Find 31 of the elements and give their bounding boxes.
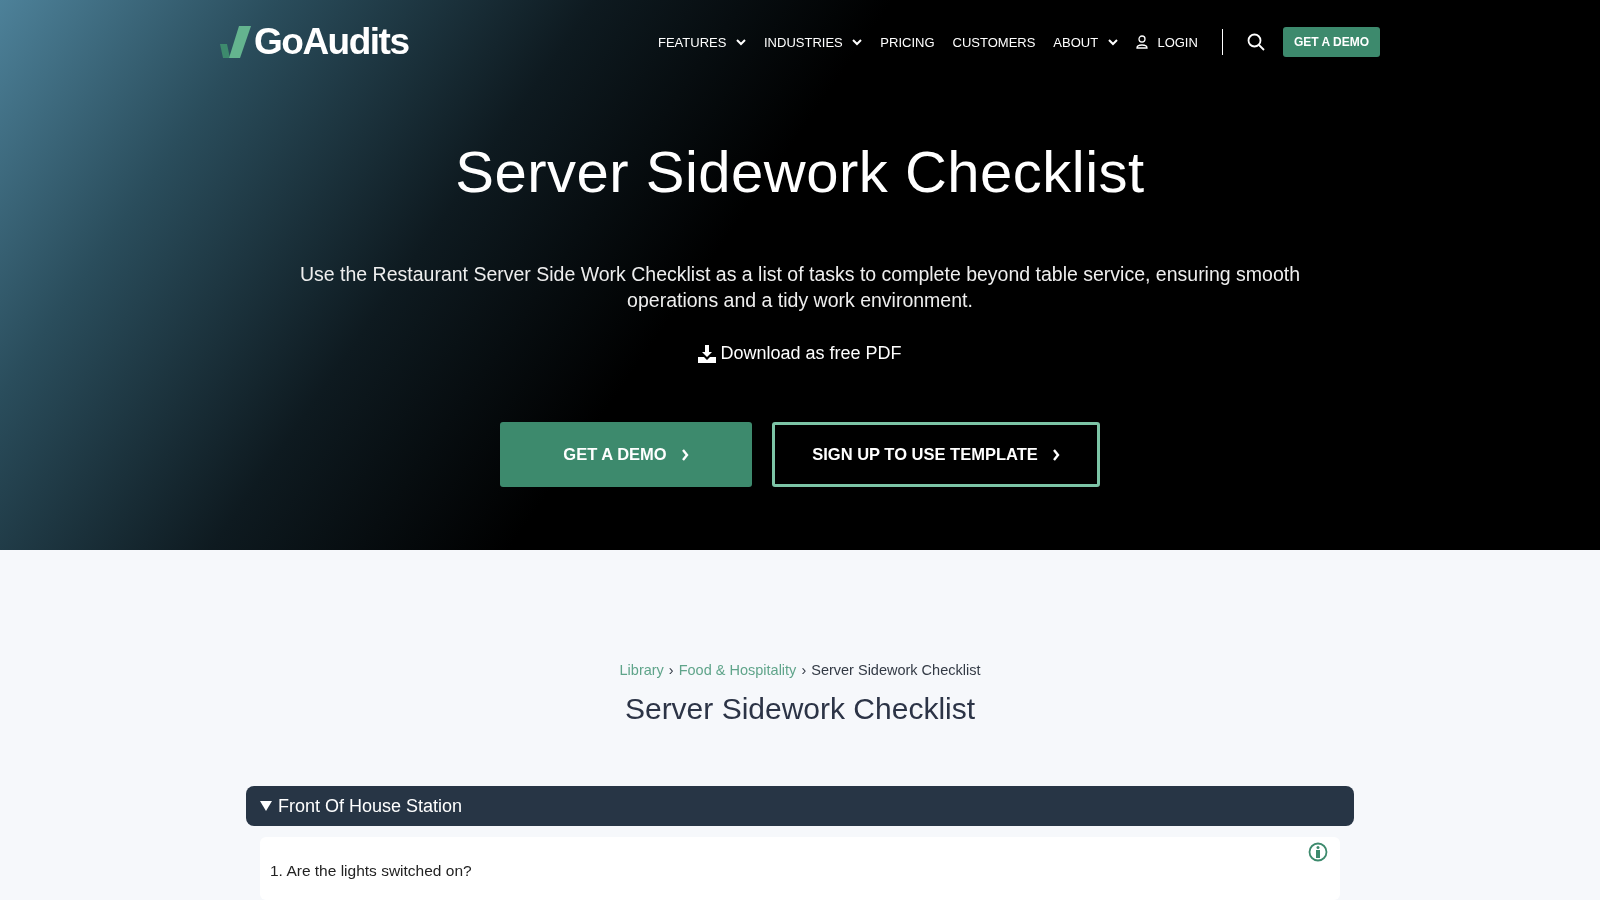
question-text: 1. Are the lights switched on? [270, 862, 473, 881]
logo-text: GoAudits [254, 21, 409, 63]
signup-button[interactable]: SIGN UP TO USE TEMPLATE [772, 422, 1100, 487]
search-icon[interactable] [1246, 33, 1265, 51]
download-link[interactable]: Download as free PDF [698, 343, 902, 364]
get-demo-button[interactable]: GET A DEMO [1282, 27, 1380, 57]
chevron-down-icon [736, 38, 746, 46]
nav-link[interactable]: FEATURES [658, 34, 746, 50]
nav-link[interactable]: INDUSTRIES [764, 34, 863, 50]
chevron-down-icon [1107, 38, 1118, 46]
nav-link[interactable]: CUSTOMERS [952, 34, 1036, 50]
nav-link[interactable]: ABOUT [1053, 34, 1118, 50]
hero-title: Server Sidework Checklist [455, 138, 1145, 205]
download-icon [698, 344, 717, 363]
chevron-down-icon [852, 38, 863, 46]
nav-link[interactable]: PRICING [880, 34, 935, 50]
triangle-down-icon [260, 800, 272, 813]
login-link[interactable]: LOGIN [1135, 34, 1198, 50]
info-icon[interactable] [1308, 842, 1328, 863]
page-title: Server Sidework Checklist [624, 692, 976, 726]
chevron-right-icon [1051, 448, 1060, 461]
check-mark-icon [220, 26, 252, 58]
breadcrumb-current: Server Sidework Checklist [811, 662, 981, 678]
demo-button[interactable]: GET A DEMO [500, 422, 752, 487]
section-header[interactable]: Front Of House Station [246, 786, 1354, 827]
chevron-right-icon [680, 448, 689, 461]
section-title: Front Of House Station [278, 795, 463, 817]
breadcrumb-separator: › [668, 662, 674, 678]
breadcrumb-separator: › [801, 662, 807, 678]
hero-subtitle: Use the Restaurant Server Side Work Checklist as a list of tasks to complete beyond table service, ensuring smooth operations and a tidy work environment. [299, 262, 1301, 313]
user-icon [1135, 35, 1148, 49]
